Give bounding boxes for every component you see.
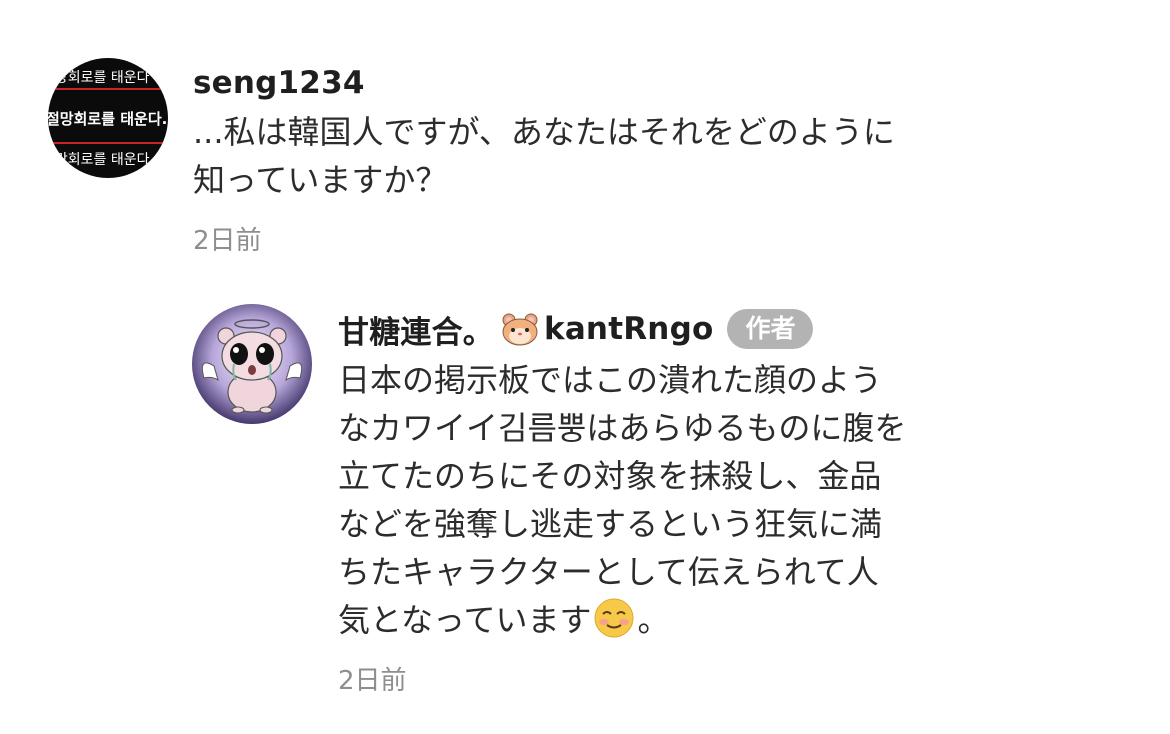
comment-text-end: 。 bbox=[637, 601, 670, 639]
comment-body: seng1234 ...私は韓国人ですが、あなたはそれをどのように 知っています… bbox=[193, 58, 1053, 257]
comment-text-line: 知っていますか？ bbox=[193, 161, 448, 199]
comment-text-line: なカワイイ김름뿡はあらゆるものに腹を bbox=[338, 409, 907, 447]
username[interactable]: seng1234 bbox=[193, 65, 365, 101]
hamster-emoji-icon bbox=[502, 313, 538, 346]
author-badge: 作者 bbox=[727, 309, 814, 349]
avatar-text: 절망회로를 태운다 bbox=[48, 70, 150, 86]
avatar[interactable] bbox=[192, 304, 312, 424]
comment-text-line: 立てたのちにその対象を抹殺し、金品 bbox=[338, 457, 882, 495]
comment-thread: 절망회로를 태운다 절망회로를 태운다. 절망회로를 태운다 seng1234 … bbox=[0, 0, 1170, 734]
hamster-angel-avatar-icon bbox=[192, 304, 312, 424]
smiling-face-emoji-icon bbox=[594, 598, 634, 638]
username-suffix[interactable]: kantRngo bbox=[544, 311, 713, 347]
comment-text-line: 日本の掲示板ではこの潰れた顔のよう bbox=[338, 361, 883, 399]
avatar-image: 절망회로를 태운다 절망회로를 태운다. 절망회로를 태운다 bbox=[48, 58, 168, 178]
comment-text: ...私は韓国人ですが、あなたはそれをどのように 知っていますか？ bbox=[193, 108, 1053, 204]
name-row: seng1234 bbox=[193, 58, 1053, 108]
avatar-text: 절망회로를 태운다. bbox=[48, 110, 167, 128]
comment-text-line: ちたキャラクターとして伝えられて人 bbox=[338, 553, 879, 591]
comment-text-line: 気となっています bbox=[338, 601, 592, 639]
name-row: 甘糖連合。 kantRngo 作者 bbox=[338, 304, 1038, 354]
comment-text-line: などを強奪し逃走するという狂気に満 bbox=[338, 505, 883, 543]
timestamp: 2日前 bbox=[193, 226, 262, 256]
comment-text-line: ...私は韓国人ですが、あなたはそれをどのように bbox=[193, 113, 895, 151]
avatar[interactable]: 절망회로를 태운다 절망회로를 태운다. 절망회로를 태운다 bbox=[48, 58, 168, 178]
comment-text: 日本の掲示板ではこの潰れた顔のよう なカワイイ김름뿡はあらゆるものに腹を 立てた… bbox=[338, 356, 1038, 644]
timestamp: 2日前 bbox=[338, 666, 407, 696]
username[interactable]: 甘糖連合。 bbox=[338, 307, 494, 352]
avatar-text: 절망회로를 태운다 bbox=[48, 152, 150, 168]
comment-body: 甘糖連合。 kantRngo 作者 日本の掲示板ではこの潰れた顔のよう なカワイ… bbox=[338, 304, 1038, 697]
